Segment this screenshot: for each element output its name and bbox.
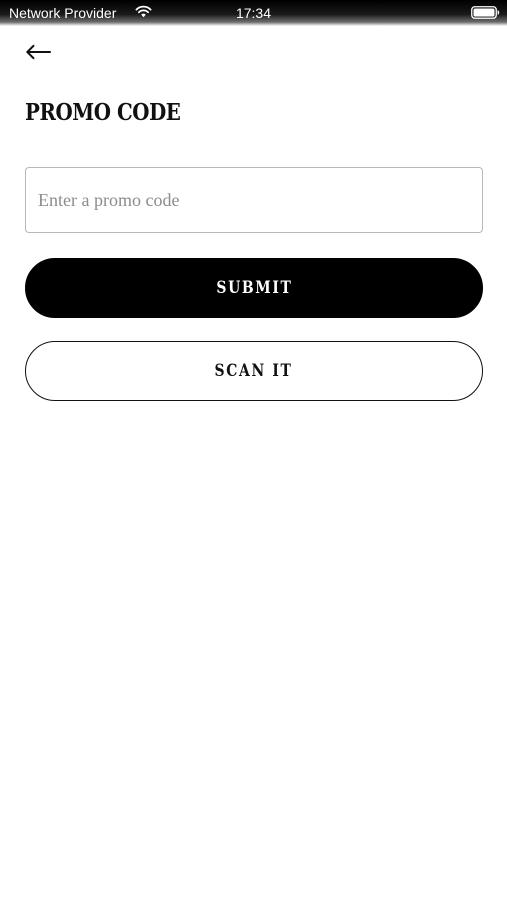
back-button[interactable]: [20, 38, 56, 66]
scan-it-button-label: SCAN IT: [215, 361, 293, 381]
battery-icon: [471, 6, 500, 19]
submit-button-label: SUBMIT: [215, 278, 293, 298]
promo-code-input[interactable]: [25, 167, 483, 233]
status-bar: Network Provider 17:34: [0, 0, 507, 26]
back-arrow-icon: [26, 44, 51, 60]
page-title: PROMO CODE: [25, 99, 181, 126]
submit-button[interactable]: SUBMIT: [25, 258, 483, 318]
status-time: 17:34: [235, 5, 272, 21]
scan-it-button[interactable]: SCAN IT: [25, 341, 483, 401]
